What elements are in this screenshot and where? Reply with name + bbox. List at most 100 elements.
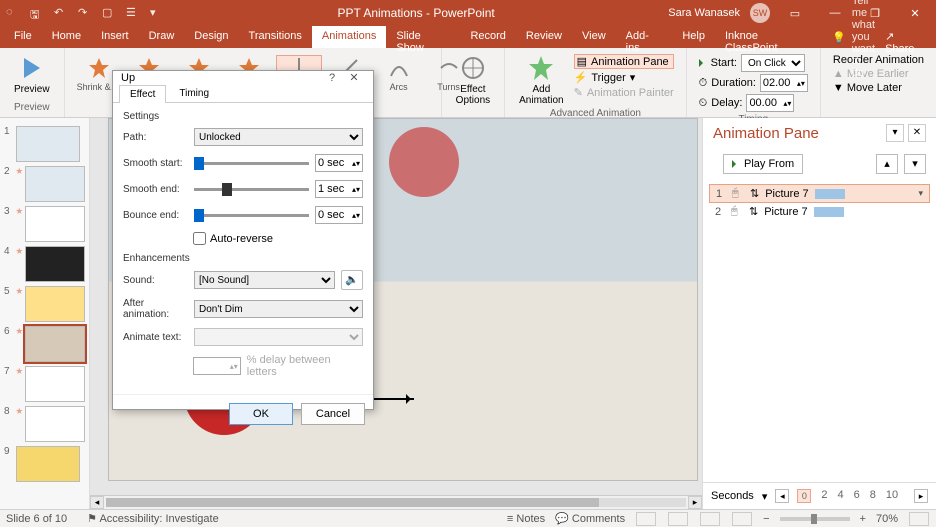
move-earlier-button[interactable]: ▲ Move Earlier <box>833 68 924 80</box>
normal-view-icon[interactable] <box>636 512 656 526</box>
reading-view-icon[interactable] <box>700 512 720 526</box>
horizontal-scrollbar[interactable]: ◂ ▸ <box>90 495 702 509</box>
chevron-down-icon[interactable]: ▾ <box>918 188 923 199</box>
slide-thumb-7[interactable]: 7★ <box>4 366 85 402</box>
sound-select[interactable]: [No Sound] <box>194 271 335 289</box>
touch-mode-icon[interactable]: ☰ <box>126 6 140 20</box>
tell-me[interactable]: 💡 Tell me what you want to do <box>832 26 875 48</box>
timeline-next-icon[interactable]: ▸ <box>914 489 928 503</box>
smooth-start-slider[interactable] <box>194 156 309 170</box>
slide-thumb-3[interactable]: 3★ <box>4 206 85 242</box>
timeline-prev-icon[interactable]: ◂ <box>775 489 789 503</box>
tab-design[interactable]: Design <box>184 26 238 48</box>
undo-icon[interactable]: ↶ <box>54 6 68 20</box>
slide-thumb-2[interactable]: 2★ <box>4 166 85 202</box>
tab-view[interactable]: View <box>572 26 616 48</box>
tab-file[interactable]: File <box>4 26 42 48</box>
path-select[interactable]: Unlocked <box>194 128 363 146</box>
zoom-level[interactable]: 70% <box>876 513 898 525</box>
tab-addins[interactable]: Add-ins <box>616 26 673 48</box>
ribbon-options-icon[interactable]: ▭ <box>780 7 810 20</box>
slide-thumb-9[interactable]: 9 <box>4 446 85 482</box>
qat-more-icon[interactable]: ▾ <box>150 6 164 20</box>
bounce-end-slider[interactable] <box>194 208 309 222</box>
tab-insert[interactable]: Insert <box>91 26 139 48</box>
pane-dropdown-icon[interactable]: ▾ <box>886 124 904 142</box>
auto-reverse-checkbox[interactable]: Auto-reverse <box>193 232 363 245</box>
dialog-title-bar[interactable]: Up ? ✕ <box>113 71 373 84</box>
sound-label: Sound: <box>123 275 188 286</box>
slideshow-view-icon[interactable] <box>732 512 752 526</box>
chevron-down-icon[interactable]: ▾ <box>762 490 768 503</box>
smooth-end-slider[interactable] <box>194 182 309 196</box>
tab-transitions[interactable]: Transitions <box>239 26 312 48</box>
sorter-view-icon[interactable] <box>668 512 688 526</box>
slide-thumb-6[interactable]: 6★ <box>4 326 85 362</box>
dialog-tab-effect[interactable]: Effect <box>119 85 166 103</box>
after-animation-select[interactable]: Don't Dim <box>194 300 363 318</box>
trigger-button[interactable]: ⚡Trigger▾ <box>574 71 674 84</box>
move-later-button[interactable]: ▼ Move Later <box>833 82 924 94</box>
smooth-end-value[interactable]: 1 sec▴▾ <box>315 180 363 198</box>
pane-close-icon[interactable]: ✕ <box>908 124 926 142</box>
chevron-down-icon: ▾ <box>630 71 636 84</box>
animation-item-1[interactable]: 1 🖱 ⇅ Picture 7 ▾ <box>709 184 930 203</box>
dialog-close-icon[interactable]: ✕ <box>343 71 365 84</box>
slide-thumb-4[interactable]: 4★ <box>4 246 85 282</box>
animation-painter-button[interactable]: ✎Animation Painter <box>574 86 674 99</box>
comments-button[interactable]: 💬 Comments <box>555 512 625 525</box>
motion-path-icon: ⇅ <box>750 187 759 200</box>
tab-inknoe[interactable]: Inknoe ClassPoint <box>715 26 822 48</box>
bounce-end-value[interactable]: 0 sec▴▾ <box>315 206 363 224</box>
minimize-icon[interactable]: — <box>820 7 850 19</box>
dialog-tab-timing[interactable]: Timing <box>168 84 220 102</box>
duration-input[interactable]: 02.00▴▾ <box>760 74 808 92</box>
share-button[interactable]: ↗ Share <box>875 26 936 48</box>
smooth-start-value[interactable]: 0 sec▴▾ <box>315 154 363 172</box>
anim-arcs[interactable]: Arcs <box>377 56 421 92</box>
start-select[interactable]: On Click <box>741 54 805 72</box>
slide-thumb-5[interactable]: 5★ <box>4 286 85 322</box>
fit-to-window-icon[interactable] <box>909 512 929 526</box>
close-icon[interactable]: ✕ <box>900 7 930 20</box>
avatar[interactable]: SW <box>750 3 770 23</box>
shape-ball-ghost[interactable] <box>389 127 459 197</box>
accessibility-button[interactable]: ⚑ Accessibility: Investigate <box>87 512 219 525</box>
tab-home[interactable]: Home <box>42 26 91 48</box>
scroll-right-icon[interactable]: ▸ <box>688 496 702 509</box>
ok-button[interactable]: OK <box>229 403 293 425</box>
slide-thumb-8[interactable]: 8★ <box>4 406 85 442</box>
slide-thumb-1[interactable]: 1 <box>4 126 85 162</box>
tab-help[interactable]: Help <box>672 26 715 48</box>
sound-preview-icon[interactable]: 🔈 <box>341 270 363 290</box>
zoom-out-icon[interactable]: − <box>763 513 769 525</box>
tab-slideshow[interactable]: Slide Show <box>386 26 460 48</box>
slideshow-icon[interactable]: ▢ <box>102 6 116 20</box>
delay-input[interactable]: 00.00▴▾ <box>746 94 794 112</box>
move-up-button[interactable]: ▴ <box>876 154 898 174</box>
zoom-slider[interactable] <box>780 517 850 521</box>
tab-review[interactable]: Review <box>516 26 572 48</box>
tab-draw[interactable]: Draw <box>139 26 185 48</box>
add-animation-button[interactable]: Add Animation <box>513 52 569 108</box>
scroll-left-icon[interactable]: ◂ <box>90 496 104 509</box>
zoom-in-icon[interactable]: + <box>860 513 866 525</box>
tab-animations[interactable]: Animations <box>312 26 386 48</box>
play-from-button[interactable]: Play From <box>723 154 803 174</box>
cancel-button[interactable]: Cancel <box>301 403 365 425</box>
notes-button[interactable]: ≡ Notes <box>507 513 545 525</box>
redo-icon[interactable]: ↷ <box>78 6 92 20</box>
preview-button[interactable]: Preview <box>8 52 56 97</box>
user-name[interactable]: Sara Wanasek <box>668 7 740 19</box>
tab-record[interactable]: Record <box>460 26 515 48</box>
animation-item-2[interactable]: 2 🖱 ⇅ Picture 7 <box>709 203 930 220</box>
move-down-button[interactable]: ▾ <box>904 154 926 174</box>
dialog-help-icon[interactable]: ? <box>321 72 343 84</box>
timeline-tick[interactable]: 0 <box>797 489 811 503</box>
slide-counter[interactable]: Slide 6 of 10 <box>6 513 67 525</box>
animation-pane-button[interactable]: ▤Animation Pane <box>574 54 674 69</box>
effect-options-button[interactable]: Effect Options <box>450 52 496 108</box>
save-icon[interactable]: 🖫 <box>30 6 44 20</box>
autosave-icon[interactable]: ◌ <box>6 6 20 20</box>
slide-thumbnail-panel[interactable]: 1 2★ 3★ 4★ 5★ 6★ 7★ 8★ 9 <box>0 118 90 509</box>
